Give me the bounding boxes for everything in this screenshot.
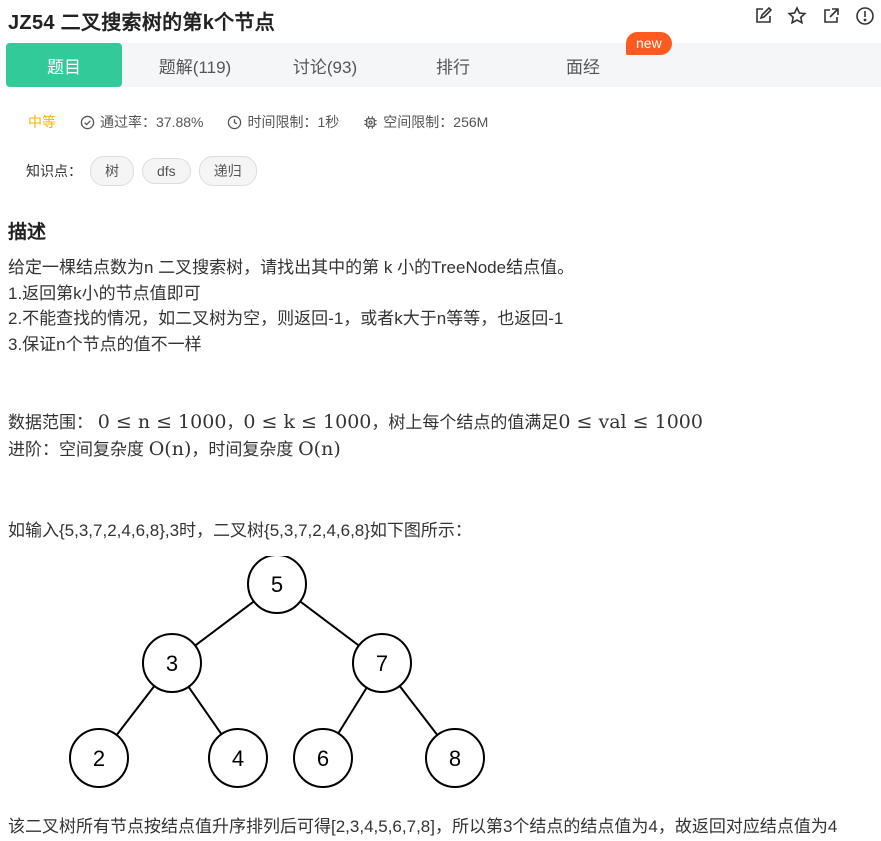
advanced-complexity: 进阶：空间复杂度 O(n)，时间复杂度 O(n): [8, 436, 341, 463]
report-icon[interactable]: [855, 6, 875, 26]
tree-node-label: 8: [449, 746, 461, 771]
range-math-k: 0 ≤ k ≤ 1000: [243, 411, 372, 433]
tree-edge: [299, 600, 360, 647]
tree-node-label: 3: [166, 651, 178, 676]
tree-edge: [115, 685, 156, 736]
tab-ranking[interactable]: 排行: [382, 43, 524, 87]
tree-node-label: 7: [376, 651, 388, 676]
tree-node-label: 4: [232, 746, 244, 771]
space-limit: 空间限制：256M: [363, 112, 488, 132]
space-limit-text: 空间限制：256M: [383, 114, 489, 130]
problem-title: JZ54 二叉搜索树的第k个节点: [8, 12, 276, 34]
toolbar: [753, 6, 875, 26]
knowledge-tags: 知识点： 树 dfs 递归: [26, 156, 257, 186]
data-range: 数据范围： 0 ≤ n ≤ 1000，0 ≤ k ≤ 1000，树上每个结点的值…: [8, 411, 703, 433]
tree-edge: [337, 687, 368, 734]
tree-edge: [398, 685, 439, 736]
knowledge-label: 知识点：: [26, 163, 82, 179]
advanced-prefix: 进阶：空间复杂度: [8, 440, 149, 459]
tab-solutions[interactable]: 题解(119): [122, 43, 268, 87]
description-heading: 描述: [8, 222, 47, 243]
pass-rate: 通过率：37.88%: [80, 112, 203, 132]
tag-dfs[interactable]: dfs: [142, 158, 191, 184]
tree-edge: [194, 600, 255, 647]
range-prefix: 数据范围：: [8, 413, 93, 432]
time-complexity: O(n): [298, 438, 341, 460]
description-line: 2.不能查找的情况，如二叉树为空，则返回-1，或者k大于n等等，也返回-1: [8, 309, 564, 328]
description-line: 3.保证n个节点的值不一样: [8, 335, 202, 354]
description-line: 1.返回第k小的节点值即可: [8, 284, 201, 303]
clock-icon: [228, 115, 242, 129]
range-math-n: 0 ≤ n ≤ 1000: [97, 411, 227, 433]
tree-node-label: 2: [93, 746, 105, 771]
space-complexity: O(n): [148, 438, 192, 460]
chip-icon: [364, 115, 377, 129]
tab-bar: 题目 题解(119) 讨论(93) 排行 面经: [6, 43, 881, 87]
pass-rate-text: 通过率：37.88%: [100, 114, 204, 130]
tree-node-label: 6: [317, 746, 329, 771]
edit-icon[interactable]: [753, 6, 773, 26]
check-circle-icon: [80, 115, 95, 129]
time-limit-text: 时间限制：1秒: [247, 114, 340, 130]
tab-discussion[interactable]: 讨论(93): [268, 43, 382, 87]
advanced-mid: ，时间复杂度: [191, 440, 299, 459]
difficulty-badge: 中等: [28, 114, 56, 130]
description-line: 给定一棵结点数为n 二叉搜索树，请找出其中的第 k 小的TreeNode结点值。: [8, 258, 575, 277]
binary-tree-diagram: 5 3 7 2 4 6 8: [69, 556, 485, 788]
open-external-icon[interactable]: [821, 6, 841, 26]
example-text: 如输入{5,3,7,2,4,6,8},3时，二叉树{5,3,7,2,4,6,8}…: [8, 521, 472, 540]
tab-interview[interactable]: 面经: [524, 43, 642, 87]
problem-meta: 中等 通过率：37.88% 时间限制：1秒 空间限制：256M: [28, 112, 512, 132]
tree-edge: [187, 686, 223, 735]
range-math-val: 0 ≤ val ≤ 1000: [558, 411, 703, 433]
tab-problem[interactable]: 题目: [6, 43, 122, 87]
tag-recursion[interactable]: 递归: [198, 156, 257, 186]
star-icon[interactable]: [787, 6, 807, 26]
new-badge: new: [626, 32, 672, 55]
conclusion-text: 该二叉树所有节点按结点值升序排列后可得[2,3,4,5,6,7,8]，所以第3个…: [8, 817, 838, 836]
range-mid: 树上每个结点的值满足: [388, 413, 559, 432]
tag-tree[interactable]: 树: [90, 156, 134, 186]
tree-node-label: 5: [271, 572, 283, 597]
time-limit: 时间限制：1秒: [227, 112, 339, 132]
